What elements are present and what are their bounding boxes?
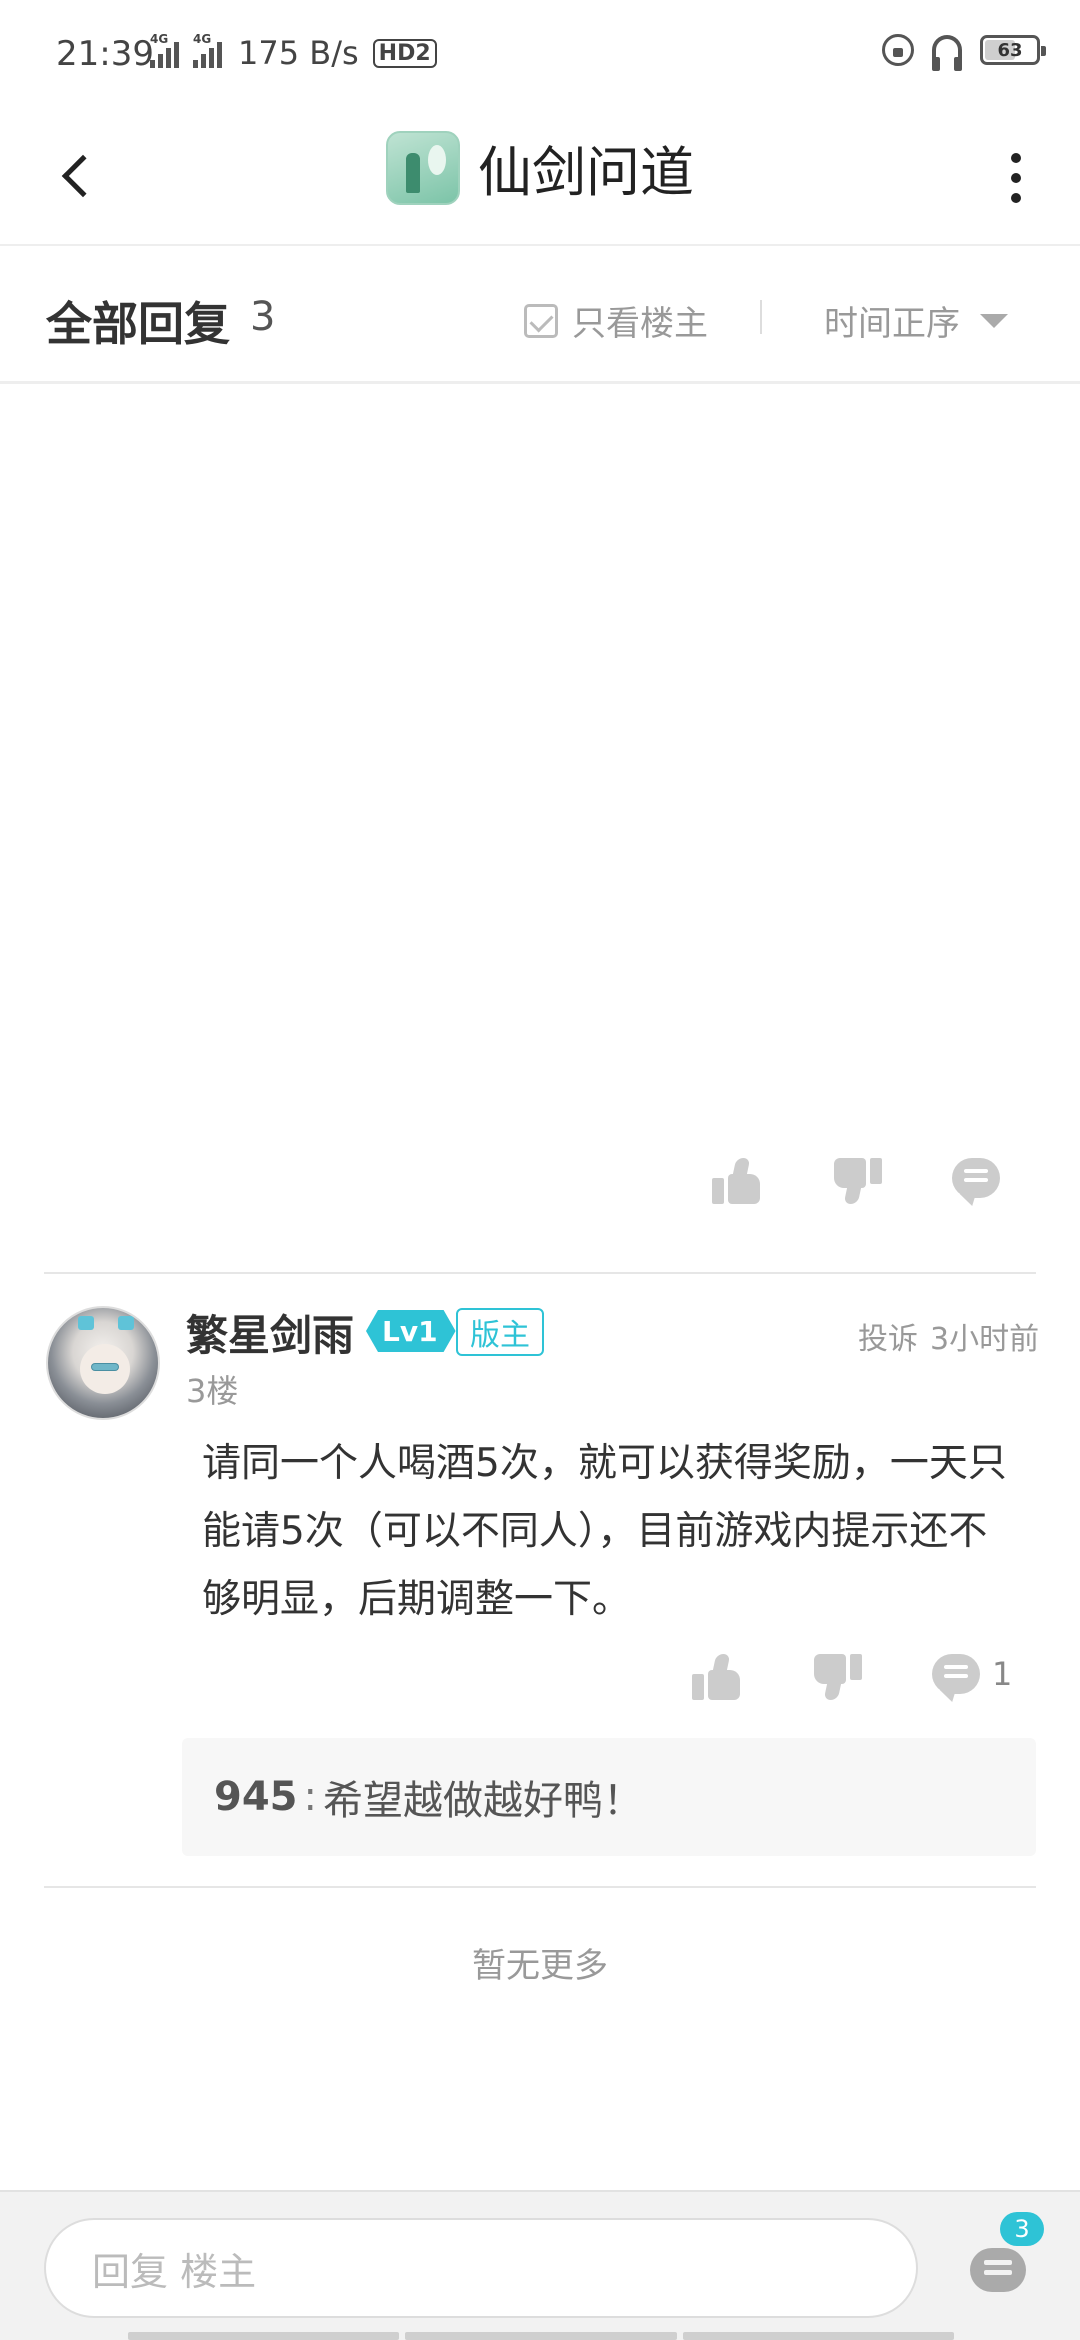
comment-count: 1 xyxy=(992,1655,1013,1693)
reply-input[interactable]: 回复 楼主 xyxy=(44,2218,918,2318)
dislike-button[interactable] xyxy=(832,1158,882,1204)
thumbs-up-icon xyxy=(712,1158,762,1204)
more-vertical-icon xyxy=(1011,153,1021,163)
signal-icon: 4G xyxy=(150,32,179,68)
network-type-2: 4G xyxy=(193,32,212,46)
comment-icon xyxy=(932,1654,980,1694)
game-app-icon xyxy=(386,130,460,205)
comments-badge: 3 xyxy=(1000,2212,1044,2246)
like-button[interactable] xyxy=(712,1158,762,1204)
comment-button[interactable] xyxy=(952,1158,1000,1198)
report-link[interactable]: 投诉 xyxy=(858,1314,918,1358)
divider xyxy=(760,300,762,334)
sub-reply-user[interactable]: 945 xyxy=(214,1774,298,1820)
post-actions: 1 xyxy=(0,1654,1080,1704)
hd-icon: HD2 xyxy=(372,38,437,68)
checkbox-icon[interactable] xyxy=(524,303,558,338)
thumbs-down-icon xyxy=(812,1654,862,1700)
comment-list-icon xyxy=(970,2248,1026,2292)
status-time: 21:39 xyxy=(56,34,154,74)
top-app-bar: 仙剑问道 xyxy=(0,110,1080,246)
title-area: 仙剑问道 xyxy=(0,128,1080,207)
reply-filter-bar: 全部回复 3 只看楼主 时间正序 xyxy=(0,248,1080,384)
headset-icon xyxy=(932,35,962,71)
network-type-1: 4G xyxy=(150,32,169,46)
signal-icon-2: 4G xyxy=(193,32,222,68)
sub-reply[interactable]: 945 : 希望越做越好鸭！ xyxy=(182,1738,1036,1856)
level-badge: Lv1 xyxy=(366,1310,456,1352)
sort-dropdown[interactable]: 时间正序 xyxy=(824,296,1008,345)
divider xyxy=(44,1272,1036,1274)
all-replies-label: 全部回复 xyxy=(46,297,230,351)
username[interactable]: 繁星剑雨 xyxy=(186,1302,354,1363)
bottom-bar: 回复 楼主 xyxy=(0,2190,1080,2340)
thumbs-up-icon xyxy=(692,1654,742,1700)
comment-icon xyxy=(952,1158,1000,1198)
sort-label: 时间正序 xyxy=(824,304,960,344)
navigation-indicator xyxy=(128,2332,954,2340)
status-bar: 21:39 4G 4G 175 B/s HD2 63 xyxy=(0,0,1080,110)
thumbs-down-icon xyxy=(832,1158,882,1204)
dislike-button[interactable] xyxy=(812,1654,862,1700)
caret-down-icon xyxy=(980,313,1008,328)
network-speed: 175 B/s xyxy=(238,34,359,72)
divider xyxy=(44,1886,1036,1888)
rotation-lock-icon xyxy=(882,34,914,66)
post-content: 请同一个人喝酒5次，就可以获得奖励，一天只能请5次（可以不同人），目前游戏内提示… xyxy=(202,1441,1007,1622)
status-right: 63 xyxy=(882,34,1046,71)
battery-level: 63 xyxy=(997,39,1023,61)
previous-post-actions xyxy=(0,1158,1080,1208)
page-title: 仙剑问道 xyxy=(478,141,694,204)
floor-number: 3楼 xyxy=(186,1372,239,1410)
no-more-label: 暂无更多 xyxy=(472,1946,608,1986)
comment-button[interactable]: 1 xyxy=(932,1654,1012,1694)
only-owner-label: 只看楼主 xyxy=(572,304,708,344)
reply-count: 3 xyxy=(250,294,276,340)
post-time: 3小时前 xyxy=(930,1322,1040,1357)
battery-icon: 63 xyxy=(980,35,1046,65)
avatar[interactable] xyxy=(46,1306,160,1420)
moderator-badge: 版主 xyxy=(456,1308,544,1356)
like-button[interactable] xyxy=(692,1654,742,1700)
network-indicators: 4G 4G 175 B/s HD2 xyxy=(150,32,437,72)
only-owner-toggle[interactable]: 只看楼主 xyxy=(524,296,708,345)
more-button[interactable] xyxy=(996,140,1036,216)
sub-reply-separator: : xyxy=(303,1774,317,1820)
sub-reply-text: 希望越做越好鸭！ xyxy=(322,1778,643,1824)
